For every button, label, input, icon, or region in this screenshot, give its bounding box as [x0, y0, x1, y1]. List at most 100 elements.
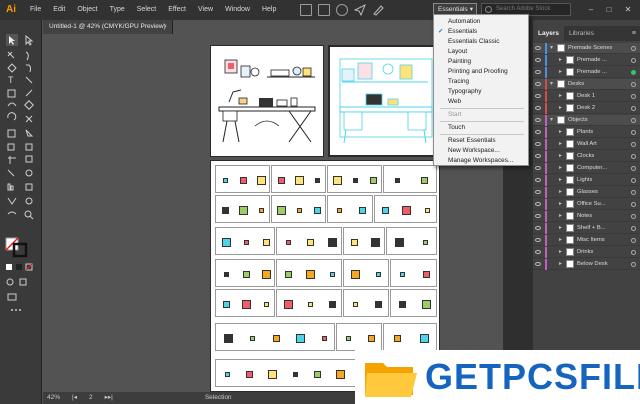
workspace-item-new-workspace[interactable]: New Workspace... [434, 146, 528, 156]
workspace-item-touch[interactable]: Touch [434, 123, 528, 133]
workspace-item-essentials-classic[interactable]: Essentials Classic [434, 37, 528, 47]
layer-name[interactable]: Premade ... [577, 67, 607, 78]
asset-cell[interactable] [215, 323, 335, 351]
asset-cell[interactable] [383, 165, 437, 193]
layer-name[interactable]: Premade Scenes [568, 43, 612, 54]
chevron-right-icon[interactable]: ▸ [559, 199, 562, 210]
asset-cell[interactable] [215, 259, 275, 287]
sublayer-row[interactable]: ▸ Office Su... [533, 199, 640, 210]
visibility-eye-icon[interactable] [535, 190, 541, 194]
asset-cell[interactable] [383, 323, 437, 351]
menu-object[interactable]: Object [71, 0, 103, 20]
menu-file[interactable]: File [24, 0, 47, 20]
layer-target-icon[interactable] [631, 70, 636, 75]
asset-cell[interactable] [343, 289, 389, 317]
sublayer-row[interactable]: ▸ Clocks [533, 151, 640, 162]
tab-layers[interactable]: Layers [533, 26, 564, 41]
layer-row[interactable]: ▾ Objects [533, 115, 640, 126]
asset-cell[interactable] [271, 165, 326, 193]
chevron-right-icon[interactable]: ▸ [559, 163, 562, 174]
layer-name[interactable]: Drinks [577, 247, 593, 258]
visibility-eye-icon[interactable] [535, 214, 541, 218]
asset-cell[interactable] [215, 289, 275, 317]
chevron-right-icon[interactable]: ▸ [559, 211, 562, 222]
layer-target-icon[interactable] [631, 142, 636, 147]
layer-target-icon[interactable] [631, 46, 636, 51]
sublayer-row[interactable]: ▸ Premade ... [533, 55, 640, 66]
chevron-down-icon[interactable]: ▾ [550, 115, 553, 126]
workspace-item-typography[interactable]: Typography [434, 87, 528, 97]
asset-cell[interactable] [327, 195, 373, 223]
layer-target-icon[interactable] [631, 94, 636, 99]
layer-target-icon[interactable] [631, 58, 636, 63]
asset-cell[interactable] [271, 195, 326, 223]
sublayer-row[interactable]: ▸ Lights [533, 175, 640, 186]
visibility-eye-icon[interactable] [535, 202, 541, 206]
chevron-right-icon[interactable]: ▸ [559, 223, 562, 234]
workspace-item-printing-and-proofing[interactable]: Printing and Proofing [434, 67, 528, 77]
asset-cell[interactable] [215, 227, 275, 255]
artboard-scene-2[interactable] [328, 45, 442, 157]
asset-cell[interactable] [343, 227, 385, 255]
chevron-right-icon[interactable]: ▸ [559, 259, 562, 270]
visibility-eye-icon[interactable] [535, 250, 541, 254]
visibility-eye-icon[interactable] [535, 262, 541, 266]
layer-target-icon[interactable] [631, 118, 636, 123]
layer-name[interactable]: Premade ... [577, 55, 607, 66]
sublayer-row[interactable]: ▸ Misc Items [533, 235, 640, 246]
workspace-item-painting[interactable]: Painting [434, 57, 528, 67]
visibility-eye-icon[interactable] [535, 178, 541, 182]
sublayer-row[interactable]: ▸ Computer... [533, 163, 640, 174]
visibility-eye-icon[interactable] [535, 130, 541, 134]
workspace-item-reset-essentials[interactable]: Reset Essentials [434, 136, 528, 146]
layer-target-icon[interactable] [631, 130, 636, 135]
menu-effect[interactable]: Effect [162, 0, 192, 20]
close-icon[interactable]: × [163, 20, 167, 34]
artboard-number[interactable]: 2 [89, 392, 93, 404]
visibility-eye-icon[interactable] [535, 226, 541, 230]
layer-name[interactable]: Shelf + B... [577, 223, 606, 234]
bridge-icon[interactable] [300, 4, 313, 16]
layer-row[interactable]: ▾ Desks [533, 79, 640, 90]
artboard-nav-first-icon[interactable]: |◂ [72, 392, 77, 404]
chevron-right-icon[interactable]: ▸ [559, 103, 562, 114]
artboard-nav-next-icon[interactable]: ▸▸| [105, 392, 113, 404]
asset-cell[interactable] [390, 259, 437, 287]
visibility-eye-icon[interactable] [535, 154, 541, 158]
layer-target-icon[interactable] [631, 190, 636, 195]
workspace-item-automation[interactable]: Automation [434, 17, 528, 27]
visibility-eye-icon[interactable] [535, 238, 541, 242]
asset-cell[interactable] [276, 259, 342, 287]
workspace-item-layout[interactable]: Layout [434, 47, 528, 57]
layer-target-icon[interactable] [631, 262, 636, 267]
gpu-performance-icon[interactable] [336, 4, 349, 16]
chevron-right-icon[interactable]: ▸ [559, 139, 562, 150]
layer-name[interactable]: Office Su... [577, 199, 606, 210]
layer-name[interactable]: Plants [577, 127, 593, 138]
sublayer-row[interactable]: ▸ Drinks [533, 247, 640, 258]
visibility-eye-icon[interactable] [535, 82, 541, 86]
layer-target-icon[interactable] [631, 250, 636, 255]
layer-target-icon[interactable] [631, 214, 636, 219]
chevron-down-icon[interactable]: ▾ [550, 79, 553, 90]
chevron-right-icon[interactable]: ▸ [559, 187, 562, 198]
brush-icon[interactable] [372, 4, 385, 16]
document-tab[interactable]: Untitled-1 @ 42% (CMYK/GPU Preview) × [43, 20, 173, 34]
sublayer-row[interactable]: ▸ Desk 1 [533, 91, 640, 102]
arrange-documents-icon[interactable] [318, 4, 331, 16]
layer-target-icon[interactable] [631, 154, 636, 159]
artboard-scene-1[interactable] [210, 45, 324, 157]
sublayer-row[interactable]: ▸ Premade ... [533, 67, 640, 78]
sublayer-row[interactable]: ▸ Plants [533, 127, 640, 138]
menu-help[interactable]: Help [256, 0, 282, 20]
layer-name[interactable]: Clocks [577, 151, 594, 162]
layer-target-icon[interactable] [631, 82, 636, 87]
layer-name[interactable]: Computer... [577, 163, 607, 174]
layer-name[interactable]: Desk 2 [577, 103, 595, 114]
chevron-right-icon[interactable]: ▸ [559, 235, 562, 246]
layer-name[interactable]: Glasses [577, 187, 598, 198]
visibility-eye-icon[interactable] [535, 118, 541, 122]
asset-cell[interactable] [276, 289, 342, 317]
menu-edit[interactable]: Edit [47, 0, 71, 20]
sublayer-row[interactable]: ▸ Shelf + B... [533, 223, 640, 234]
